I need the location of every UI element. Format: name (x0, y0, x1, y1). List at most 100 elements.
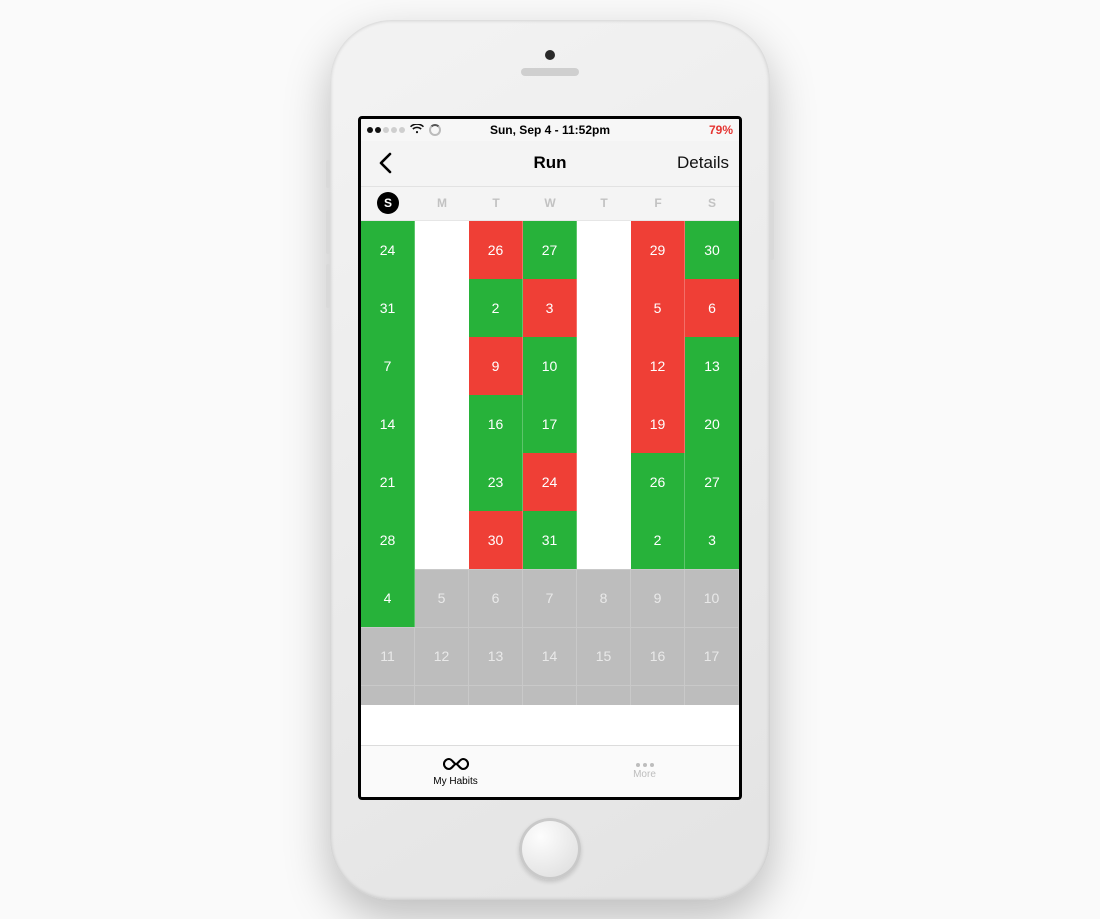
details-button[interactable]: Details (677, 153, 729, 173)
calendar-cell[interactable]: 7 (361, 337, 415, 395)
calendar-cell[interactable]: 6 (685, 279, 739, 337)
calendar-cell[interactable]: 31 (523, 511, 577, 569)
calendar-cell[interactable]: 23 (631, 685, 685, 705)
calendar-row: 31 2356 (361, 279, 739, 337)
calendar-cell[interactable]: 17 (523, 395, 577, 453)
more-dots-icon (636, 763, 654, 767)
calendar-cell[interactable]: 14 (361, 395, 415, 453)
calendar-cell[interactable]: 16 (631, 627, 685, 685)
calendar-cell[interactable]: 21 (361, 453, 415, 511)
calendar-cell[interactable]: 17 (685, 627, 739, 685)
calendar-cell[interactable]: 9 (631, 569, 685, 627)
front-camera (545, 50, 555, 60)
calendar-cell[interactable]: 3 (685, 511, 739, 569)
calendar-cell (415, 279, 469, 337)
calendar-cell (577, 511, 631, 569)
calendar-cell[interactable]: 6 (469, 569, 523, 627)
calendar-cell[interactable]: 9 (469, 337, 523, 395)
calendar-cell (415, 337, 469, 395)
tab-more[interactable]: More (550, 746, 739, 797)
tab-my-habits[interactable]: My Habits (361, 746, 550, 797)
weekday-w-3: W (523, 187, 577, 220)
chevron-left-icon (378, 152, 392, 174)
calendar-cell[interactable]: 3 (523, 279, 577, 337)
calendar-cell[interactable]: 20 (685, 395, 739, 453)
weekday-t-4: T (577, 187, 631, 220)
calendar-cell[interactable]: 13 (469, 627, 523, 685)
calendar-cell[interactable]: 10 (685, 569, 739, 627)
calendar-cell[interactable]: 15 (577, 627, 631, 685)
calendar-cell[interactable]: 12 (631, 337, 685, 395)
calendar-cell (415, 453, 469, 511)
calendar-cell[interactable]: 26 (469, 221, 523, 279)
calendar-cell[interactable]: 23 (469, 453, 523, 511)
calendar-cell[interactable]: 28 (361, 511, 415, 569)
wifi-icon (410, 124, 424, 136)
tab-bar: My Habits More (361, 745, 739, 797)
calendar-cell (577, 337, 631, 395)
volume-up-button[interactable] (326, 210, 330, 254)
calendar-row: 21 2324 2627 (361, 453, 739, 511)
calendar-cell (577, 453, 631, 511)
weekday-s-0: S (361, 187, 415, 220)
calendar-cell[interactable]: 2 (469, 279, 523, 337)
calendar-cell[interactable]: 22 (577, 685, 631, 705)
calendar-cell[interactable]: 30 (685, 221, 739, 279)
calendar-cell[interactable]: 14 (523, 627, 577, 685)
calendar-cell[interactable]: 27 (685, 453, 739, 511)
status-datetime: Sun, Sep 4 - 11:52pm (490, 123, 610, 137)
calendar-cell (577, 395, 631, 453)
mute-switch[interactable] (326, 160, 330, 188)
status-bar: Sun, Sep 4 - 11:52pm 79% (361, 119, 739, 141)
calendar-cell[interactable]: 19 (415, 685, 469, 705)
weekday-f-5: F (631, 187, 685, 220)
calendar-cell[interactable]: 20 (469, 685, 523, 705)
calendar-cell[interactable]: 24 (685, 685, 739, 705)
calendar-row: 18192021222324 (361, 685, 739, 705)
calendar-cell[interactable]: 30 (469, 511, 523, 569)
calendar-cell[interactable]: 2 (631, 511, 685, 569)
phone-device-frame: Sun, Sep 4 - 11:52pm 79% Run Details SMT… (330, 20, 770, 900)
calendar-cell[interactable]: 27 (523, 221, 577, 279)
volume-down-button[interactable] (326, 264, 330, 308)
calendar-cell[interactable]: 5 (631, 279, 685, 337)
calendar-cell[interactable]: 24 (361, 221, 415, 279)
calendar-cell[interactable]: 18 (361, 685, 415, 705)
calendar-cell[interactable]: 7 (523, 569, 577, 627)
calendar-cell[interactable]: 10 (523, 337, 577, 395)
weekday-active-pill: S (377, 192, 399, 214)
calendar-cell[interactable]: 12 (415, 627, 469, 685)
calendar-row: 45678910 (361, 569, 739, 627)
calendar-cell[interactable]: 4 (361, 569, 415, 627)
calendar-cell[interactable]: 21 (523, 685, 577, 705)
calendar-row: 11121314151617 (361, 627, 739, 685)
calendar-cell[interactable]: 8 (577, 569, 631, 627)
status-left-cluster (367, 124, 441, 136)
tab-label: My Habits (433, 776, 477, 787)
infinity-icon (443, 756, 469, 774)
power-button[interactable] (770, 200, 774, 260)
calendar-cell[interactable]: 13 (685, 337, 739, 395)
calendar-cell[interactable]: 5 (415, 569, 469, 627)
calendar-cell[interactable]: 11 (361, 627, 415, 685)
page-title: Run (533, 153, 566, 173)
calendar-row: 14 1617 1920 (361, 395, 739, 453)
home-button[interactable] (519, 818, 581, 880)
back-button[interactable] (371, 149, 399, 177)
calendar-cell[interactable]: 24 (523, 453, 577, 511)
weekday-header: SMTWTFS (361, 187, 739, 221)
calendar-cell[interactable]: 19 (631, 395, 685, 453)
network-activity-spinner-icon (429, 124, 441, 136)
calendar-cell (415, 221, 469, 279)
calendar-row: 7910 1213 (361, 337, 739, 395)
calendar-cell[interactable]: 31 (361, 279, 415, 337)
weekday-t-2: T (469, 187, 523, 220)
calendar-cell[interactable]: 29 (631, 221, 685, 279)
calendar-cell[interactable]: 26 (631, 453, 685, 511)
calendar-cell[interactable]: 16 (469, 395, 523, 453)
calendar-row: 24 2627 2930 (361, 221, 739, 279)
tab-label: More (633, 769, 656, 780)
habit-calendar[interactable]: 2426272930312356791012131416171920212324… (361, 221, 739, 745)
battery-percentage: 79% (709, 123, 733, 137)
app-screen: Sun, Sep 4 - 11:52pm 79% Run Details SMT… (358, 116, 742, 800)
